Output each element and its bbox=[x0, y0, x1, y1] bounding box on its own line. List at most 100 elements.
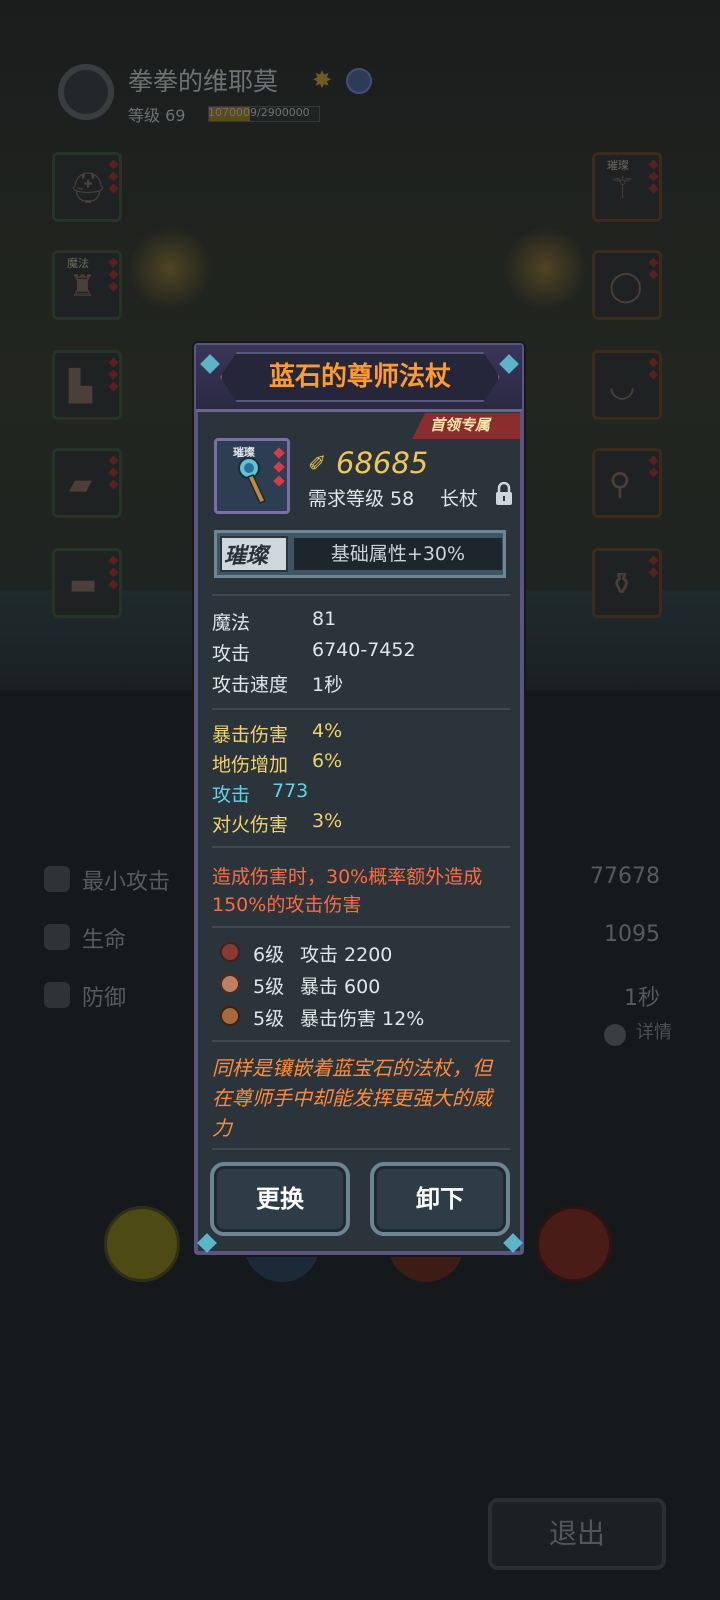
attr-label: 魔法 bbox=[212, 612, 251, 634]
divider bbox=[212, 926, 510, 928]
xp-text: 1070009/2900000 bbox=[208, 106, 310, 119]
equip-slot-amulet[interactable]: ⚲ bbox=[592, 448, 662, 518]
divider bbox=[212, 1040, 510, 1042]
item-gem bbox=[273, 447, 285, 459]
boss-exclusive-label: 首领专属 bbox=[430, 416, 491, 434]
quality-bonus: 基础属性+30% bbox=[330, 543, 466, 565]
equip-slot-armor[interactable]: 魔法 ♜ bbox=[52, 250, 122, 320]
slot-gem bbox=[108, 455, 119, 466]
slot-gem bbox=[108, 183, 119, 194]
gem-effect: 暴击伤害 12% bbox=[300, 1008, 425, 1030]
divider bbox=[212, 846, 510, 848]
attr-value: 81 bbox=[312, 608, 337, 630]
equip-slot-charm[interactable]: ⚱ bbox=[592, 548, 662, 618]
belt-icon: ▬ bbox=[69, 567, 98, 602]
slot-gem bbox=[108, 579, 119, 590]
slot-gem bbox=[108, 269, 119, 280]
exit-button[interactable]: 退出 bbox=[488, 1498, 666, 1570]
info-icon[interactable] bbox=[604, 1024, 626, 1046]
amulet-icon: ⚲ bbox=[609, 467, 631, 502]
amber-gem-icon bbox=[220, 974, 240, 994]
heart-stat-icon bbox=[44, 924, 70, 950]
boots-icon: ▙ bbox=[69, 369, 93, 404]
slot-gem bbox=[108, 171, 119, 182]
slot-gem bbox=[648, 357, 659, 368]
flavor-line-1: 同样是镶嵌着蓝宝石的法杖，但 bbox=[212, 1056, 492, 1080]
required-level: 需求等级 58 bbox=[308, 488, 415, 510]
extra-attr-value: 773 bbox=[272, 780, 309, 802]
slot-gem bbox=[108, 281, 119, 292]
topaz-gem-icon bbox=[220, 1006, 240, 1026]
extra-attr-label: 对火伤害 bbox=[212, 814, 289, 836]
slot-gem bbox=[108, 555, 119, 566]
slot-gem bbox=[108, 567, 119, 578]
stat-label-health: 生命 bbox=[82, 928, 127, 953]
necklace-icon: ◡ bbox=[609, 369, 636, 404]
equip-slot-boots[interactable]: ▙ bbox=[52, 350, 122, 420]
unequip-button[interactable]: 卸下 bbox=[370, 1162, 510, 1236]
stat-value-defense: 1秒 bbox=[624, 986, 660, 1011]
attr-label: 攻击速度 bbox=[212, 674, 289, 696]
gem-level: 6级 bbox=[253, 944, 285, 966]
staff-icon: ⚚ bbox=[609, 171, 636, 206]
player-avatar[interactable] bbox=[58, 64, 114, 120]
extra-attr-label: 攻击 bbox=[212, 784, 251, 806]
slot-gem bbox=[648, 467, 659, 478]
skill-slot-1[interactable] bbox=[104, 1206, 180, 1282]
special-effect-line-1: 造成伤害时，30%概率额外造成 bbox=[212, 866, 483, 888]
gem-effect: 攻击 2200 bbox=[300, 944, 393, 966]
divider bbox=[212, 594, 510, 596]
item-icon-frame: 璀璨 bbox=[214, 438, 290, 514]
replace-button[interactable]: 更换 bbox=[210, 1162, 350, 1236]
item-power: 68685 bbox=[336, 446, 429, 480]
divider bbox=[212, 1148, 510, 1150]
slot-gem bbox=[648, 159, 659, 170]
gem-effect: 暴击 600 bbox=[300, 976, 381, 998]
detail-link[interactable]: 详情 bbox=[636, 1018, 672, 1044]
equip-slot-gloves[interactable]: ▰ bbox=[52, 448, 122, 518]
gem-level: 5级 bbox=[253, 976, 285, 998]
slot-gem bbox=[108, 369, 119, 380]
class-badge-icon bbox=[346, 68, 372, 94]
slot-gem bbox=[108, 479, 119, 490]
stat-label-defense: 防御 bbox=[82, 986, 127, 1011]
slot-gem bbox=[108, 467, 119, 478]
lock-icon[interactable] bbox=[494, 482, 514, 506]
slot-gem bbox=[108, 381, 119, 392]
extra-attr-label: 暴击伤害 bbox=[212, 724, 289, 746]
slot-gem bbox=[648, 567, 659, 578]
attr-label: 攻击 bbox=[212, 643, 251, 665]
skill-slot-4[interactable] bbox=[536, 1206, 612, 1282]
slot-gem bbox=[108, 257, 119, 268]
power-icon: ✐ bbox=[308, 452, 327, 477]
charm-icon: ⚱ bbox=[609, 567, 635, 602]
gem-level: 5级 bbox=[253, 1008, 285, 1030]
ruby-gem-icon bbox=[220, 942, 240, 962]
slot-gem bbox=[108, 159, 119, 170]
rank-badge-icon: ✸ bbox=[312, 66, 333, 94]
attr-value: 1秒 bbox=[312, 674, 344, 696]
armor-icon: ♜ bbox=[69, 269, 96, 304]
stat-label-min-attack: 最小攻击 bbox=[82, 870, 171, 895]
item-gem bbox=[273, 475, 285, 487]
equip-slot-necklace[interactable]: ◡ bbox=[592, 350, 662, 420]
equip-slot-helmet[interactable]: ⛑ bbox=[52, 152, 122, 222]
slot-gem bbox=[648, 369, 659, 380]
extra-attr-value: 4% bbox=[312, 720, 343, 742]
equip-slot-belt[interactable]: ▬ bbox=[52, 548, 122, 618]
ring-icon: ◯ bbox=[609, 269, 643, 304]
helmet-icon: ⛑ bbox=[69, 171, 108, 206]
stat-value-health: 1095 bbox=[604, 922, 660, 947]
attack-stat-icon bbox=[44, 866, 70, 892]
shield-stat-icon bbox=[44, 982, 70, 1008]
stat-value-min-attack: 77678 bbox=[590, 864, 660, 889]
slot-gem bbox=[648, 171, 659, 182]
equip-slot-weapon[interactable]: 璀璨 ⚚ bbox=[592, 152, 662, 222]
slot-gem bbox=[648, 555, 659, 566]
equip-slot-ring[interactable]: ◯ bbox=[592, 250, 662, 320]
slot-gem bbox=[648, 455, 659, 466]
gloves-icon: ▰ bbox=[69, 467, 93, 502]
player-level: 等级 69 bbox=[128, 106, 186, 125]
item-title: 蓝石的尊师法杖 bbox=[268, 362, 451, 392]
slot-gem bbox=[648, 183, 659, 194]
